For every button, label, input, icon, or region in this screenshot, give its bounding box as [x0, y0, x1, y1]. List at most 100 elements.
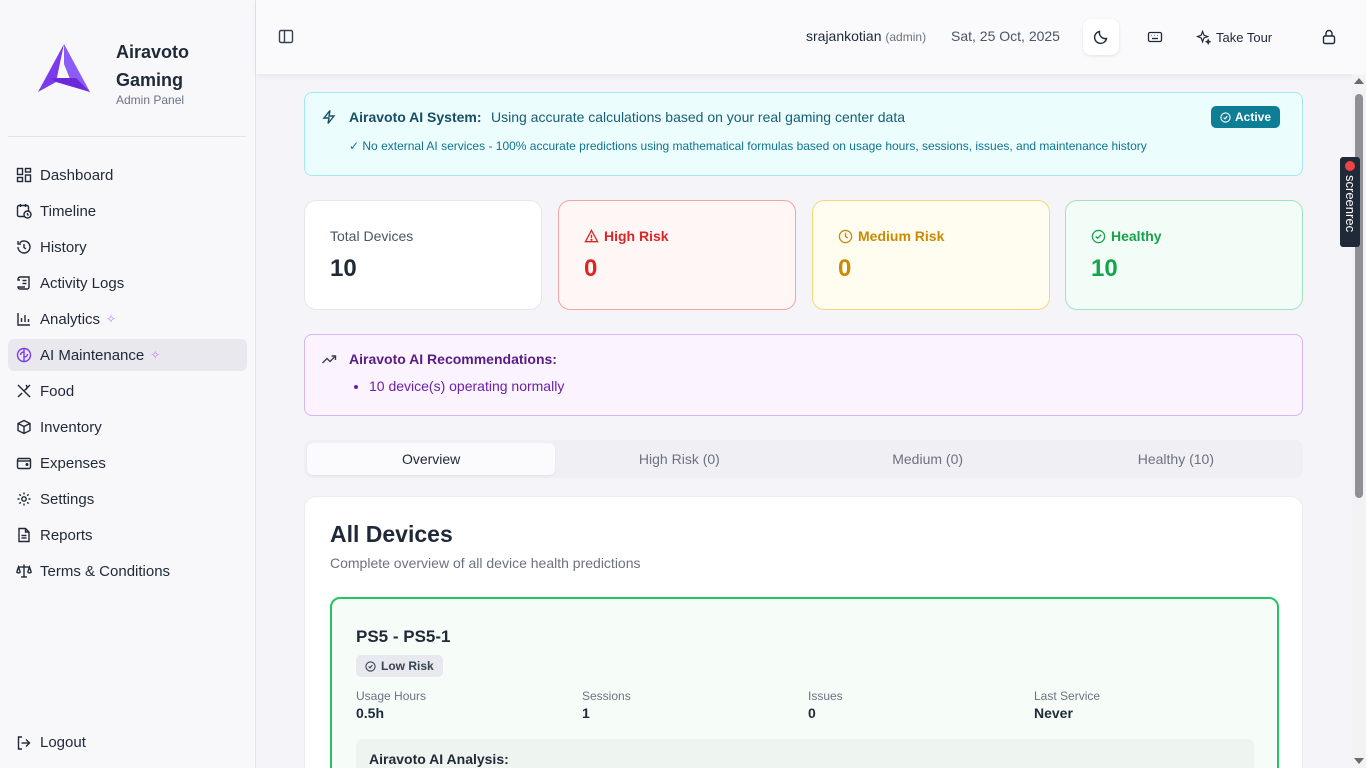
metric-value: Never [1034, 705, 1073, 721]
metric-last-service: Last Service Never [1034, 689, 1100, 721]
check-circle-icon [1091, 229, 1106, 243]
metric-value: 1 [582, 705, 590, 721]
sidebar-item-label: Expenses [40, 454, 106, 472]
sidebar-item-food[interactable]: Food [8, 375, 247, 407]
brand[interactable]: Airavoto Gaming Admin Panel [36, 38, 246, 118]
bar-chart-icon [17, 313, 30, 326]
sidebar-item-label: Reports [40, 526, 93, 544]
metric-label: Usage Hours [356, 689, 427, 703]
stat-label: High Risk [604, 228, 669, 244]
sidebar-item-inventory[interactable]: Inventory [8, 411, 247, 443]
status-badge-label: Active [1235, 110, 1272, 124]
sidebar-item-label: Analytics [40, 310, 101, 328]
zap-icon [322, 110, 336, 124]
lock-screen-button[interactable] [1311, 19, 1347, 55]
sidebar: Airavoto Gaming Admin Panel Dashboard Ti… [0, 0, 256, 768]
panel-subtitle: Complete overview of all device health p… [330, 555, 641, 571]
dashboard-icon [16, 167, 32, 183]
recorder-label: screenrec [1343, 175, 1358, 233]
recommendations-title: Airavoto AI Recommendations: [349, 351, 557, 367]
sidebar-item-settings[interactable]: Settings [8, 483, 247, 515]
stat-value: 0 [838, 255, 852, 282]
all-devices-panel: All Devices Complete overview of all dev… [304, 496, 1303, 768]
stat-value: 10 [330, 255, 357, 282]
take-tour-button[interactable]: Take Tour [1196, 24, 1272, 50]
metric-usage-hours: Usage Hours 0.5h [356, 689, 426, 721]
scroll-down-arrow-icon[interactable] [1354, 758, 1364, 764]
main-content: Airavoto AI System: Using accurate calcu… [256, 74, 1352, 768]
brain-icon [16, 347, 32, 363]
alert-triangle-icon [584, 228, 599, 242]
metric-issues: Issues 0 [808, 689, 843, 721]
theme-toggle-button[interactable] [1083, 19, 1119, 55]
file-text-icon [18, 527, 30, 543]
device-name: PS5 - PS5-1 [356, 627, 451, 646]
ai-recommendations: Airavoto AI Recommendations: 10 device(s… [304, 334, 1303, 416]
screen-recorder-tab[interactable]: screenrec [1340, 157, 1360, 247]
sidebar-item-label: Dashboard [40, 166, 114, 184]
analysis-title: Airavoto AI Analysis: [369, 751, 509, 767]
sidebar-item-label: Inventory [40, 418, 102, 436]
high-risk-card: High Risk 0 [558, 200, 796, 310]
ai-banner-title: Airavoto AI System: [349, 109, 482, 125]
scroll-icon [17, 276, 30, 290]
scroll-up-arrow-icon[interactable] [1354, 78, 1364, 84]
sparkle-icon: ✧ [106, 312, 117, 326]
sidebar-item-history[interactable]: History [8, 231, 247, 263]
tab-medium[interactable]: Medium (0) [804, 443, 1052, 475]
stat-value: 0 [584, 255, 598, 282]
stat-label-row: High Risk [584, 228, 669, 244]
utensils-icon [17, 384, 31, 398]
sidebar-item-ai-maintenance[interactable]: AI Maintenance ✧ [8, 339, 247, 371]
logout-button[interactable]: Logout [16, 734, 86, 751]
lock-icon [1322, 29, 1336, 45]
scroll-thumb[interactable] [1355, 94, 1363, 498]
sidebar-item-reports[interactable]: Reports [8, 519, 247, 551]
metric-sessions: Sessions 1 [582, 689, 631, 721]
record-dot-icon [1345, 161, 1355, 171]
ai-banner-description: Using accurate calculations based on you… [491, 109, 906, 125]
brand-logo-icon [38, 44, 90, 92]
stat-label-row: Medium Risk [838, 228, 944, 244]
sidebar-item-timeline[interactable]: Timeline [8, 195, 247, 227]
panel-title: All Devices [330, 521, 453, 547]
sidebar-item-label: Settings [40, 490, 95, 508]
scale-icon [16, 564, 32, 578]
sidebar-item-activity-logs[interactable]: Activity Logs [8, 267, 247, 299]
tab-overview[interactable]: Overview [307, 443, 556, 475]
tab-healthy[interactable]: Healthy (10) [1052, 443, 1300, 475]
healthy-card: Healthy 10 [1065, 200, 1303, 310]
sidebar-item-dashboard[interactable]: Dashboard [8, 159, 247, 191]
sidebar-divider [8, 136, 246, 137]
sparkles-icon [1196, 29, 1211, 45]
user-role: (admin) [885, 30, 927, 44]
brand-subtitle: Admin Panel [116, 93, 185, 107]
moon-icon [1093, 30, 1108, 45]
sidebar-item-label: Timeline [40, 202, 97, 220]
stat-value: 10 [1091, 255, 1118, 282]
stat-label: Medium Risk [858, 228, 945, 244]
sidebar-nav: Dashboard Timeline History Activity Logs… [8, 159, 247, 591]
metric-label: Issues [808, 689, 843, 703]
sidebar-item-expenses[interactable]: Expenses [8, 447, 247, 479]
keyboard-shortcuts-button[interactable] [1137, 19, 1173, 55]
status-badge: Active [1211, 106, 1281, 128]
history-icon [17, 240, 31, 254]
gear-icon [17, 492, 31, 506]
calendar-clock-icon [16, 204, 32, 219]
device-card[interactable]: PS5 - PS5-1 Low Risk Usage Hours 0.5h Se… [330, 597, 1279, 768]
metric-value: 0.5h [356, 705, 385, 721]
logout-icon [17, 735, 31, 750]
tab-high-risk[interactable]: High Risk (0) [555, 443, 803, 475]
sidebar-item-terms[interactable]: Terms & Conditions [8, 555, 247, 587]
logout-label: Logout [40, 734, 86, 751]
brand-name: Airavoto Gaming [116, 42, 190, 90]
list-item: 10 device(s) operating normally [369, 378, 564, 394]
stat-label-row: Healthy [1091, 228, 1162, 244]
sidebar-toggle-icon[interactable] [278, 28, 296, 46]
sidebar-item-analytics[interactable]: Analytics ✧ [8, 303, 247, 335]
ai-system-banner: Airavoto AI System: Using accurate calcu… [304, 92, 1303, 176]
package-icon [17, 419, 31, 435]
check-circle-icon [365, 660, 376, 672]
clock-icon [838, 229, 853, 243]
